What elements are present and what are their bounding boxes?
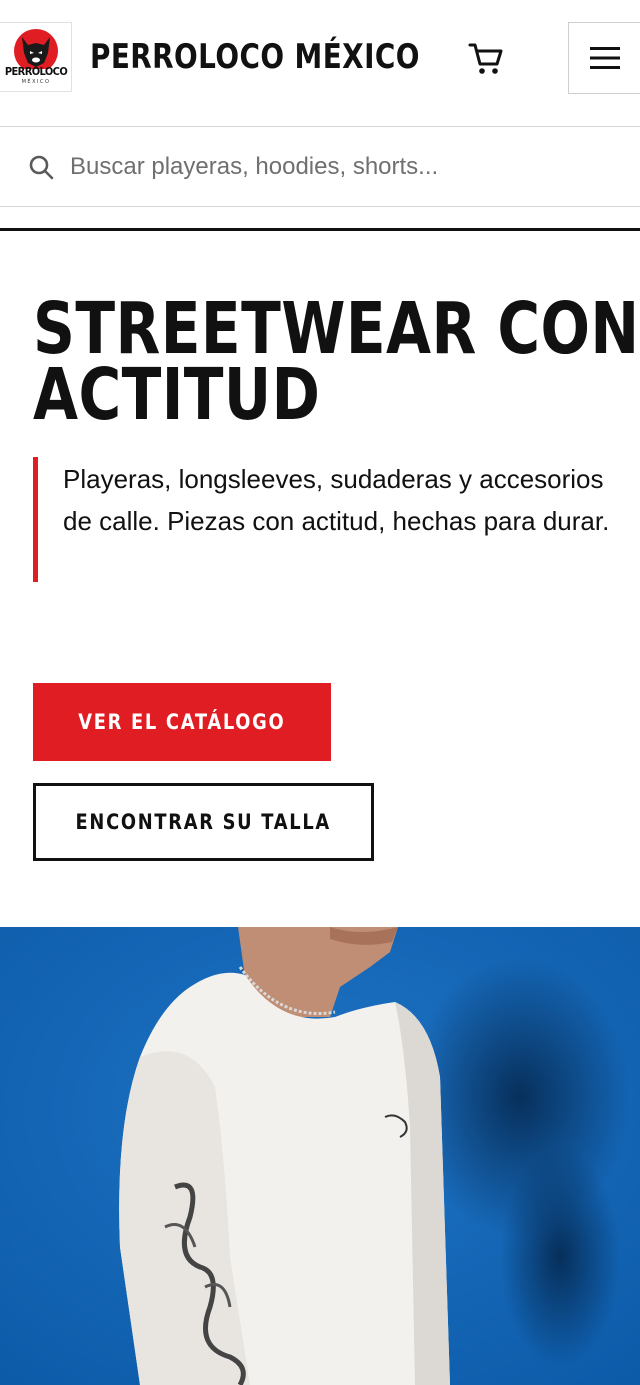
- search-input[interactable]: [70, 145, 615, 189]
- view-catalog-button[interactable]: VER EL CATÁLOGO: [33, 683, 331, 761]
- brand-name[interactable]: PERROLOCO MÉXICO: [90, 36, 420, 78]
- find-size-button[interactable]: ENCONTRAR SU TALLA: [33, 783, 374, 861]
- section-divider: [0, 228, 640, 231]
- hero-photo: [0, 927, 640, 1385]
- search-icon: [29, 155, 54, 180]
- cart-button[interactable]: [466, 40, 506, 78]
- logo-subtext: MÉXICO: [21, 79, 51, 85]
- logo-link[interactable]: PERROLOCO MÉXICO: [0, 22, 72, 92]
- find-size-label: ENCONTRAR SU TALLA: [75, 810, 332, 834]
- hero-title: STREETWEAR CON ACTITUD: [33, 293, 639, 436]
- cart-icon: [468, 43, 503, 74]
- view-catalog-label: VER EL CATÁLOGO: [78, 710, 286, 734]
- hero-description: Playeras, longsleeves, sudaderas y acces…: [63, 464, 610, 536]
- site-header: PERROLOCO MÉXICO PERROLOCO MÉXICO: [0, 0, 640, 110]
- logo-wordmark: PERROLOCO: [4, 65, 68, 78]
- accent-bar: [33, 457, 38, 582]
- search-bar: [0, 126, 640, 207]
- hamburger-menu-icon: [589, 47, 620, 69]
- model-photo-illustration: [0, 927, 640, 1385]
- hero-title-line-2: ACTITUD: [33, 353, 321, 436]
- menu-button[interactable]: [568, 22, 640, 94]
